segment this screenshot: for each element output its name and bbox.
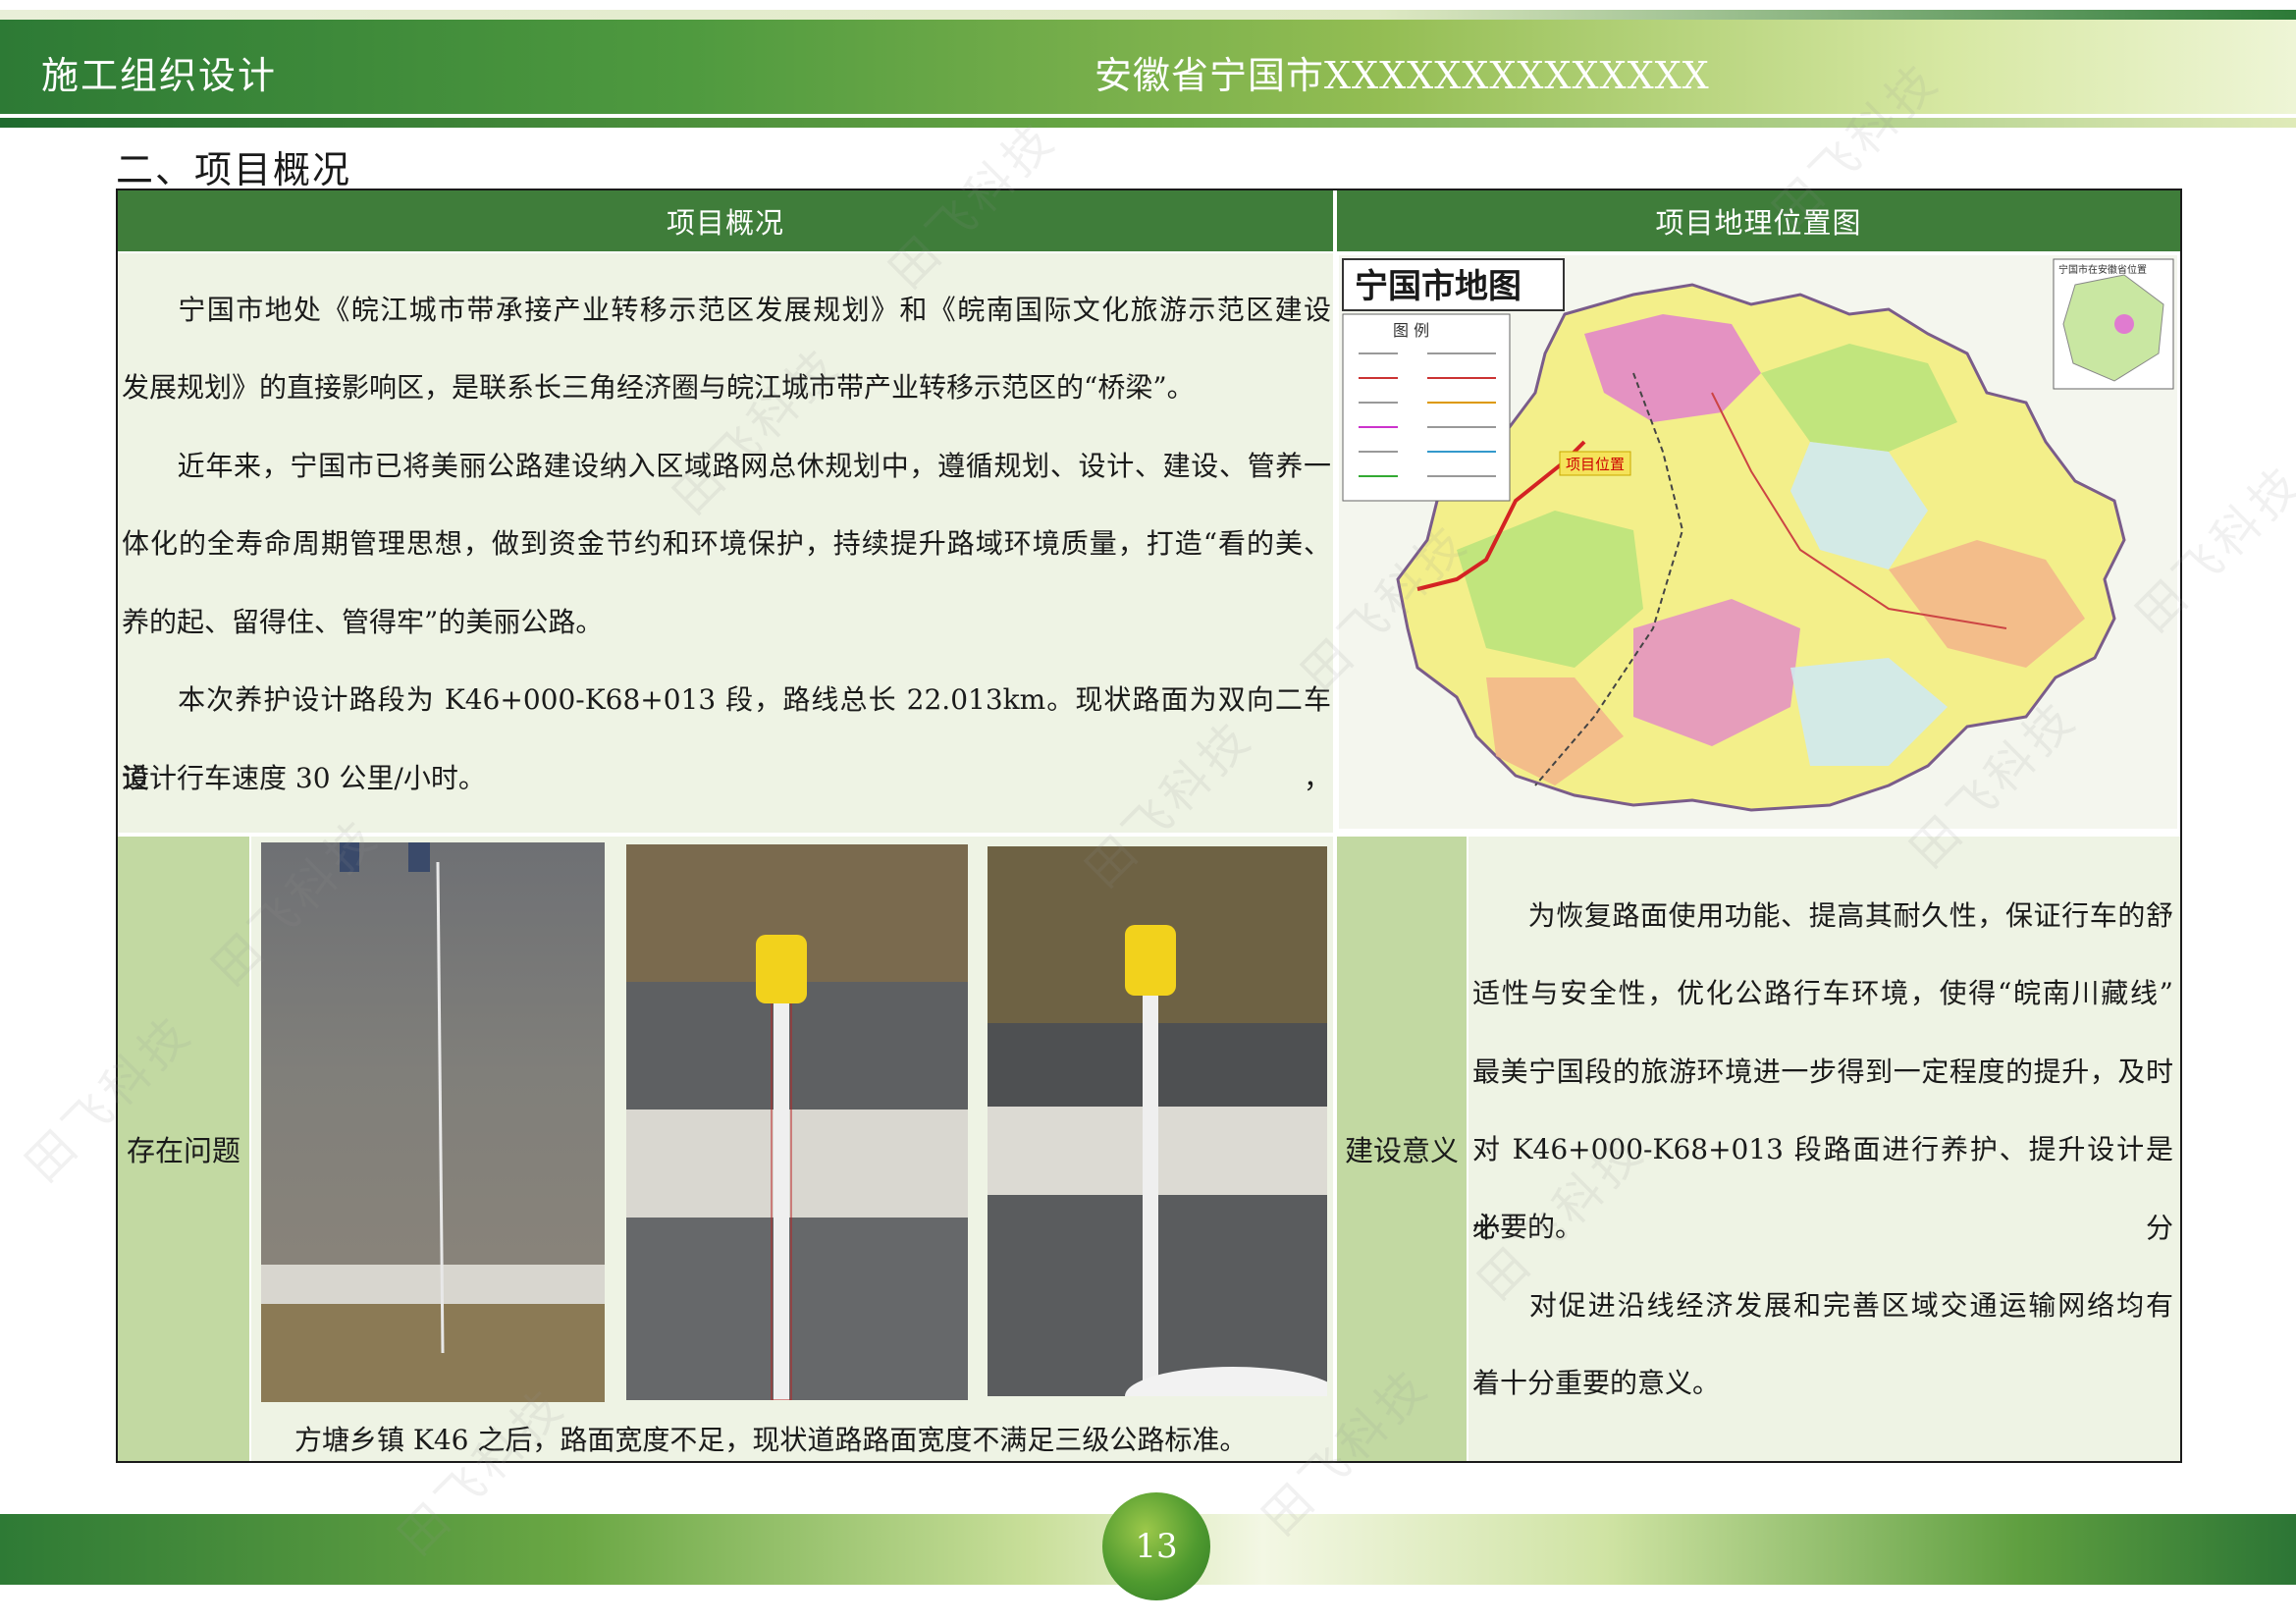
header-project-name: 安徽省宁国市XXXXXXXXXXXXXX: [1095, 54, 1710, 97]
map-inset-label: 宁国市在安徽省位置: [2058, 263, 2147, 276]
section-title: 二、项目概况: [116, 148, 352, 191]
significance-line-6: 对促进沿线经济发展和完善区域交通运输网络均有: [1527, 1289, 2173, 1322]
significance-line-3: 最美宁国段的旅游环境进一步得到一定程度的提升，及时: [1472, 1056, 2173, 1088]
page-header: 施工组织设计 安徽省宁国市XXXXXXXXXXXXXX: [0, 20, 2296, 114]
header-doc-title: 施工组织设计: [41, 54, 278, 97]
project-location-marker: 项目位置: [1566, 456, 1625, 473]
overview-paragraph-1: 宁国市地处《皖江城市带承接产业转移示范区发展规划》和《皖南国际文化旅游示范区建设: [177, 294, 1331, 326]
road-photo-2: [626, 844, 968, 1400]
road-photo-2-image: [626, 844, 968, 1400]
overview-column-header: 项目概况: [118, 190, 1333, 251]
overview-paragraph-2-end: 养的起、留得住、管得牢”的美丽公路。: [122, 606, 604, 638]
significance-line-1: 为恢复路面使用功能、提高其耐久性，保证行车的舒: [1527, 899, 2173, 932]
map-column-header: 项目地理位置图: [1337, 190, 2180, 251]
significance-line-7: 着十分重要的意义。: [1472, 1367, 1721, 1399]
overview-paragraph-2-cont: 体化的全寿命周期管理思想，做到资金节约和环境保护，持续提升路域环境质量，打造“看…: [122, 527, 1331, 560]
page-number: 13: [1102, 1492, 1210, 1600]
problem-caption: 方塘乡镇 K46 之后，路面宽度不足，现状道路路面宽度不满足三级公路标准。: [294, 1424, 1248, 1456]
map-title: 宁国市地图: [1355, 267, 1522, 306]
road-photo-3-image: [988, 846, 1327, 1396]
header-top-stripe: [0, 10, 2296, 20]
map-legend-title: 图 例: [1393, 321, 1429, 340]
header-underline: [0, 118, 2296, 128]
significance-line-2: 适性与安全性，优化公路行车环境，使得“皖南川藏线”: [1472, 977, 2173, 1009]
road-photo-3: [988, 846, 1327, 1396]
